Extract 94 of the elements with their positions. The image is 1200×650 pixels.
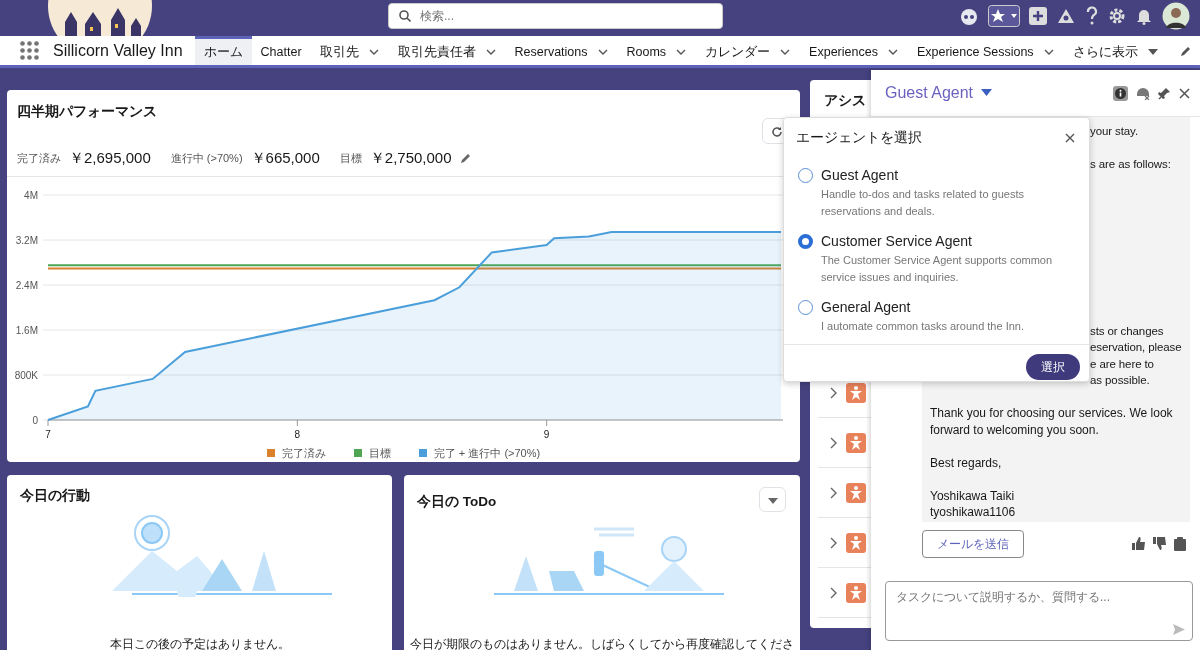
clipboard-icon[interactable] [1174,537,1186,551]
message-text: Thank you for choosing our services. We look forward to welcoming you soon. [930,405,1174,438]
thumbs-down-icon[interactable] [1153,537,1166,550]
message-text: Yoshikawa Taiki tyoshikawa1106 [930,487,1017,521]
legend-swatch [353,449,362,457]
chevron-down-icon[interactable] [886,47,899,57]
nav-tab[interactable]: ホーム [194,36,252,65]
nav-tab[interactable]: Reservations [505,36,618,65]
radio-button[interactable] [798,234,813,249]
axis-label: 0 [32,415,38,426]
legend-swatch [418,449,427,457]
thumbs-up-icon[interactable] [1132,537,1145,550]
card-title: アシス [824,91,866,110]
card-title: 今日の ToDo [417,493,497,511]
chevron-right-icon[interactable] [828,586,838,599]
robot-icon[interactable] [959,6,979,26]
popover-title: エージェントを選択 [796,128,922,147]
message-text: s are as follows: [1090,157,1172,172]
metric-label: 完了済み [17,151,61,166]
app-launcher-icon[interactable] [20,41,39,60]
metric-label: 目標 [339,151,362,166]
card-title: 四半期パフォーマンス [17,102,157,121]
chevron-down-icon[interactable] [779,47,792,57]
chevron-down-icon[interactable] [675,47,688,57]
app-name: Sillicorn Valley Inn [53,40,183,61]
message-text: sts or changes eservation, please e are here to as possible. [1090,323,1182,388]
axis-label: 800K [14,370,38,381]
pencil-icon[interactable] [459,152,472,165]
empty-message: 今日が期限のものはありません。しばらくしてから再度確認してくださ [409,636,795,650]
metric-label: 進行中 (>70%) [170,151,243,166]
avatar-icon[interactable] [1162,2,1190,30]
legend-label: 目標 [368,447,391,459]
nav-tab[interactable]: Rooms [617,36,697,65]
option-label: Customer Service Agent [821,232,973,251]
dropdown-button[interactable] [759,487,786,512]
radio-button[interactable] [798,168,813,183]
legend-label: 完了済み [281,447,326,459]
settings-icon[interactable] [1108,7,1126,25]
axis-label: 2.4M [15,280,38,291]
caret-down-icon[interactable] [1146,47,1159,57]
chevron-right-icon[interactable] [828,536,838,549]
close-icon[interactable] [1065,132,1075,143]
select-button[interactable]: 選択 [1026,353,1080,380]
chevron-right-icon[interactable] [828,486,838,499]
caret-down-icon [767,497,778,504]
nav-tab[interactable]: Chatter [251,36,311,65]
option-label: General Agent [821,298,912,317]
caret-down-icon [981,89,993,97]
axis-label: 3.2M [15,235,38,246]
axis-label: 4M [24,190,38,201]
refresh-icon [771,125,783,138]
chevron-down-icon[interactable] [1042,47,1055,57]
search-field[interactable]: 検索... [388,3,723,29]
nav-tab[interactable]: 取引先責任者 [388,36,506,65]
agent-dropdown[interactable]: Guest Agent [885,81,993,105]
radio-button[interactable] [798,300,813,315]
info-icon[interactable] [1113,85,1128,101]
message-input[interactable]: タスクについて説明するか、質問する... [885,581,1193,641]
message-text: Best regards, [930,454,1003,471]
axis-label: 1.6M [15,325,38,336]
bell-icon[interactable] [1135,7,1153,25]
mountain-icon[interactable] [1056,7,1076,25]
metric-value: ￥665,000 [250,148,320,168]
chevron-down-icon[interactable] [484,47,497,57]
option-description: Handle to-dos and tasks related to guests reservations and deals. [821,187,1025,219]
nav-tab[interactable]: 取引先 [310,36,389,65]
nav-tab[interactable]: Experiences [800,36,908,65]
axis-label: 9 [543,429,550,440]
chevron-down-icon[interactable] [367,47,380,57]
legend-swatch [266,449,275,457]
legend-label: 完了 + 進行中 (>70%) [433,447,541,459]
metric-value: ￥2,695,000 [69,148,151,168]
plus-icon[interactable] [1029,7,1047,25]
metric-value: ￥2,750,000 [369,148,452,168]
axis-label: 8 [294,429,301,440]
pin-icon[interactable] [1158,86,1171,100]
chevron-down-icon[interactable] [596,47,609,57]
close-icon[interactable] [1179,87,1190,99]
nav-tab[interactable]: さらに表示 [1063,36,1168,65]
option-label: Guest Agent [821,166,900,185]
send-email-button[interactable]: メールを送信 [922,530,1024,558]
nav-tab[interactable]: Experience Sessions [907,36,1064,65]
message-text: your stay. [1090,124,1139,139]
empty-message: 本日この後の予定はありません。 [108,636,291,650]
help-icon[interactable] [1085,6,1099,26]
card-title: 今日の行動 [20,487,90,505]
pencil-icon[interactable] [1180,44,1192,57]
search-icon [399,10,411,22]
axis-label: 7 [45,429,51,440]
chevron-right-icon[interactable] [828,386,838,399]
nav-tab[interactable]: カレンダー [696,36,801,65]
option-description: The Customer Service Agent supports common service issues and inquiries. [821,253,1054,285]
chevron-right-icon[interactable] [828,436,838,449]
option-description: I automate common tasks around the Inn. [821,319,1024,334]
